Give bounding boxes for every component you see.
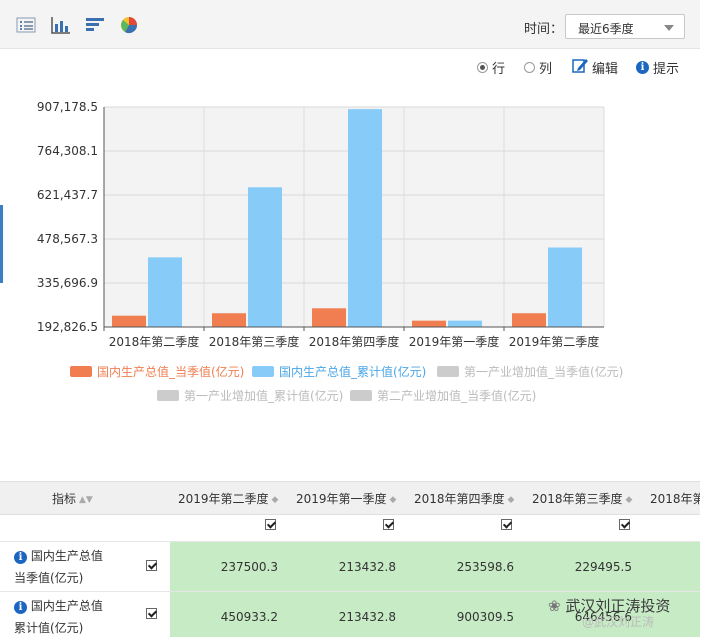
column-header[interactable]: 2018年第四季度 ◆ <box>414 490 514 507</box>
edit-label: 编辑 <box>592 62 619 77</box>
chevron-down-icon <box>664 25 674 31</box>
x-tick-label: 2018年第二季度 <box>109 334 200 349</box>
hint-label: 提示 <box>653 62 680 77</box>
bar-chart-icon[interactable] <box>51 16 71 34</box>
legend-label: 国内生产总值_累计值(亿元) <box>279 365 427 379</box>
column-header[interactable]: 2018年第三季度 ◆ <box>532 490 632 507</box>
time-range-select[interactable]: 最近6季度 <box>565 14 685 39</box>
row-label: 行 <box>492 62 506 77</box>
bar <box>448 320 482 327</box>
legend-item[interactable]: 第二产业增加值_当季值(亿元) <box>350 387 536 404</box>
row-radio[interactable] <box>477 62 488 73</box>
time-label: 时间： <box>524 22 564 37</box>
table-cell: 450933.2 <box>220 610 278 624</box>
info-icon[interactable]: i <box>14 551 27 564</box>
info-icon[interactable]: i <box>14 601 27 614</box>
table-cell: 229495.5 <box>574 560 632 574</box>
table-cell: 900309.5 <box>456 610 514 624</box>
column-checkbox[interactable] <box>383 519 394 530</box>
edit-icon <box>572 58 588 77</box>
table-header: 指标 ▲▼ 2019年第二季度 ◆ 2019年第一季度 ◆ 2018年第四季度 ◆ 20… <box>0 481 700 515</box>
bar <box>548 247 582 327</box>
column-checkbox[interactable] <box>265 519 276 530</box>
column-header[interactable]: 2018年第 <box>650 490 700 507</box>
toolbar: 时间： 最近6季度 <box>0 0 700 49</box>
watermark-handle: @武汉刘正涛 <box>582 615 655 629</box>
x-tick-label: 2018年第三季度 <box>209 334 300 349</box>
table-cell: 213432.8 <box>338 560 396 574</box>
hint-button[interactable]: i 提示 <box>636 58 679 77</box>
column-header[interactable]: 2019年第一季度 ◆ <box>296 490 396 507</box>
legend-swatch <box>350 390 372 401</box>
x-tick-label: 2019年第一季度 <box>409 334 500 349</box>
legend-swatch <box>437 366 459 377</box>
legend-item[interactable]: 第一产业增加值_累计值(亿元) <box>157 387 343 404</box>
legend-label: 第一产业增加值_当季值(亿元) <box>464 365 624 379</box>
x-tick-label: 2018年第四季度 <box>309 334 400 349</box>
y-tick-label: 764,308.1 <box>37 144 98 158</box>
legend-item[interactable]: 第一产业增加值_当季值(亿元) <box>437 363 623 380</box>
y-tick-label: 907,178.5 <box>37 100 98 114</box>
bar <box>512 313 546 327</box>
bar <box>212 313 246 327</box>
bar <box>148 257 182 327</box>
list-view-icon[interactable] <box>16 16 36 34</box>
legend-swatch <box>70 366 92 377</box>
bar <box>348 109 382 328</box>
legend-item[interactable]: 国内生产总值_当季值(亿元) <box>70 363 244 380</box>
legend-item[interactable]: 国内生产总值_累计值(亿元) <box>252 363 426 380</box>
horizontal-bar-icon[interactable] <box>85 16 105 34</box>
y-tick-label: 335,696.9 <box>37 276 98 290</box>
bar <box>248 187 282 327</box>
column-checkbox[interactable] <box>501 519 512 530</box>
wechat-icon: ❀ <box>548 597 561 615</box>
bar <box>112 315 146 327</box>
table-cell: 253598.6 <box>456 560 514 574</box>
row-checkbox[interactable] <box>146 608 157 619</box>
table-row: i 国内生产总值 当季值(亿元) 237500.3 213432.8 25359… <box>0 541 700 592</box>
col-radio[interactable] <box>524 62 535 73</box>
col-label: 列 <box>539 62 553 77</box>
time-range-value: 最近6季度 <box>578 22 634 36</box>
row-name: i 国内生产总值 累计值(亿元) <box>14 599 103 635</box>
indicator-header[interactable]: 指标 ▲▼ <box>52 490 93 507</box>
info-icon: i <box>636 61 649 74</box>
row-option[interactable]: 行 <box>477 58 505 77</box>
legend-swatch <box>252 366 274 377</box>
x-tick-label: 2019年第二季度 <box>509 334 600 349</box>
y-tick-label: 478,567.3 <box>37 232 98 246</box>
y-tick-label: 192,826.5 <box>37 320 98 334</box>
column-header[interactable]: 2019年第二季度 ◆ <box>178 490 278 507</box>
legend-label: 国内生产总值_当季值(亿元) <box>97 365 245 379</box>
table-cell: 213432.8 <box>338 610 396 624</box>
legend-swatch <box>157 390 179 401</box>
pie-chart-icon[interactable] <box>120 16 140 34</box>
row-name: i 国内生产总值 当季值(亿元) <box>14 549 103 585</box>
legend-label: 第二产业增加值_当季值(亿元) <box>377 389 537 403</box>
edit-button[interactable]: 编辑 <box>572 58 618 77</box>
bar <box>412 320 446 327</box>
col-option[interactable]: 列 <box>524 58 552 77</box>
row-checkbox[interactable] <box>146 560 157 571</box>
column-checkbox[interactable] <box>619 519 630 530</box>
table-cell: 237500.3 <box>220 560 278 574</box>
y-tick-label: 621,437.7 <box>37 188 98 202</box>
bar <box>312 308 346 327</box>
legend-label: 第一产业增加值_累计值(亿元) <box>184 389 344 403</box>
